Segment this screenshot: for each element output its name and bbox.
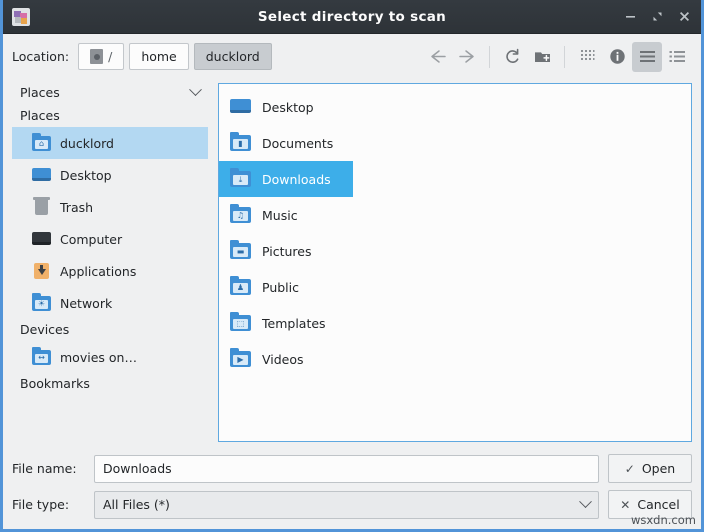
toolbar-separator-2 bbox=[564, 45, 565, 68]
sidebar-item-label: Network bbox=[60, 295, 113, 311]
applications-icon bbox=[32, 262, 51, 280]
window-controls bbox=[624, 10, 691, 23]
breadcrumb-home-label: home bbox=[141, 49, 177, 64]
sidebar-item-applications[interactable]: Applications bbox=[12, 255, 208, 287]
new-folder-button[interactable] bbox=[527, 42, 557, 72]
desktop-monitor-icon bbox=[32, 167, 51, 184]
sidebar-item-label: Computer bbox=[60, 231, 123, 247]
sidebar-item-desktop[interactable]: Desktop bbox=[12, 159, 208, 191]
file-item-label: Desktop bbox=[262, 99, 314, 115]
location-toolbar: Location: / home ducklord bbox=[3, 34, 701, 79]
location-label: Location: bbox=[12, 49, 70, 64]
dialog-body: Places Places ⌂ ducklord Desktop Trash C… bbox=[3, 79, 701, 448]
sidebar-item-label: Desktop bbox=[60, 167, 112, 183]
breadcrumb-ducklord-label: ducklord bbox=[205, 49, 260, 64]
back-button[interactable] bbox=[422, 42, 452, 72]
file-item-label: Music bbox=[262, 207, 298, 223]
minimize-button[interactable] bbox=[624, 10, 637, 23]
file-list-panel[interactable]: Desktop ▮ Documents ⤓ Downloads ♫ Music … bbox=[218, 83, 692, 442]
sidebar-item-label: Trash bbox=[60, 199, 94, 215]
file-dialog-window: Select directory to scan Location: / hom… bbox=[0, 0, 704, 532]
desktop-monitor-icon bbox=[230, 98, 251, 117]
open-button-label: Open bbox=[641, 461, 676, 476]
places-sidebar: Places Places ⌂ ducklord Desktop Trash C… bbox=[12, 79, 208, 448]
maximize-button[interactable] bbox=[651, 10, 664, 23]
window-titlebar: Select directory to scan bbox=[3, 0, 701, 34]
file-item-label: Public bbox=[262, 279, 299, 295]
filename-row: File name: ✓ Open bbox=[12, 454, 692, 483]
cancel-button[interactable]: ✕ Cancel bbox=[608, 490, 692, 519]
dialog-footer: File name: ✓ Open File type: All Files (… bbox=[3, 448, 701, 529]
computer-icon bbox=[32, 231, 51, 248]
filetype-row: File type: All Files (*) ✕ Cancel bbox=[12, 490, 692, 519]
videos-folder-icon: ▶ bbox=[230, 347, 251, 369]
file-list: Desktop ▮ Documents ⤓ Downloads ♫ Music … bbox=[219, 84, 691, 377]
file-item-videos[interactable]: ▶ Videos bbox=[219, 341, 353, 377]
breadcrumb-home[interactable]: home bbox=[129, 43, 189, 70]
sidebar-item-network[interactable]: ☀ Network bbox=[12, 287, 208, 319]
filetype-label: File type: bbox=[12, 497, 70, 512]
public-folder-icon: ♟ bbox=[230, 275, 251, 297]
pictures-folder-icon: ▬ bbox=[230, 239, 251, 261]
toolbar-actions bbox=[422, 41, 692, 72]
drive-icon bbox=[90, 49, 104, 64]
home-folder-icon: ⌂ bbox=[32, 132, 51, 152]
window-title: Select directory to scan bbox=[257, 8, 447, 25]
network-folder-icon: ☀ bbox=[32, 292, 51, 312]
breadcrumb-ducklord[interactable]: ducklord bbox=[193, 43, 272, 70]
check-icon: ✓ bbox=[624, 461, 635, 476]
file-item-label: Templates bbox=[262, 315, 326, 331]
file-item-templates[interactable]: ⬚ Templates bbox=[219, 305, 353, 341]
places-panel-title: Places bbox=[20, 84, 60, 100]
file-item-documents[interactable]: ▮ Documents bbox=[219, 125, 353, 161]
places-panel-header[interactable]: Places bbox=[12, 79, 208, 105]
toolbar-separator bbox=[489, 45, 490, 68]
sidebar-group-devices: Devices bbox=[20, 322, 70, 337]
templates-folder-icon: ⬚ bbox=[230, 311, 251, 333]
filetype-value: All Files (*) bbox=[103, 497, 170, 512]
chevron-down-icon bbox=[579, 495, 592, 509]
sidebar-item-ducklord[interactable]: ⌂ ducklord bbox=[12, 127, 208, 159]
filename-input[interactable] bbox=[94, 454, 599, 483]
file-item-label: Pictures bbox=[262, 243, 312, 259]
close-icon: ✕ bbox=[620, 497, 631, 512]
forward-button[interactable] bbox=[452, 42, 482, 72]
file-item-public[interactable]: ♟ Public bbox=[219, 269, 353, 305]
reload-button[interactable] bbox=[497, 42, 527, 72]
breadcrumb-root[interactable]: / bbox=[78, 43, 125, 70]
breadcrumb-root-label: / bbox=[108, 49, 113, 64]
icon-view-button[interactable] bbox=[572, 42, 602, 72]
file-item-downloads[interactable]: ⤓ Downloads bbox=[219, 161, 353, 197]
sidebar-item-label: Applications bbox=[60, 263, 137, 279]
sidebar-item-movies-on[interactable]: ↔ movies on… bbox=[12, 341, 208, 373]
compact-view-button[interactable] bbox=[632, 41, 662, 72]
filetype-select[interactable]: All Files (*) bbox=[94, 490, 599, 519]
file-item-label: Videos bbox=[262, 351, 304, 367]
disk-usage-icon bbox=[12, 7, 30, 26]
cancel-button-label: Cancel bbox=[637, 497, 680, 512]
sidebar-item-label: ducklord bbox=[60, 135, 114, 151]
file-item-label: Documents bbox=[262, 135, 334, 151]
open-button[interactable]: ✓ Open bbox=[608, 454, 692, 483]
file-item-desktop[interactable]: Desktop bbox=[219, 89, 353, 125]
close-button[interactable] bbox=[678, 10, 691, 23]
file-item-music[interactable]: ♫ Music bbox=[219, 197, 353, 233]
file-item-pictures[interactable]: ▬ Pictures bbox=[219, 233, 353, 269]
sidebar-item-label: movies on… bbox=[60, 349, 137, 365]
file-item-label: Downloads bbox=[262, 171, 331, 187]
sidebar-group-bookmarks: Bookmarks bbox=[20, 376, 90, 391]
documents-folder-icon: ▮ bbox=[230, 131, 251, 153]
detail-view-button[interactable] bbox=[662, 42, 692, 72]
sidebar-item-trash[interactable]: Trash bbox=[12, 191, 208, 223]
remote-folder-icon: ↔ bbox=[32, 346, 51, 366]
trash-icon bbox=[32, 196, 51, 216]
sidebar-item-computer[interactable]: Computer bbox=[12, 223, 208, 255]
music-folder-icon: ♫ bbox=[230, 203, 251, 225]
filename-label: File name: bbox=[12, 461, 77, 476]
downloads-folder-icon: ⤓ bbox=[230, 167, 251, 189]
sidebar-group-places: Places bbox=[20, 108, 60, 123]
info-button[interactable] bbox=[602, 42, 632, 72]
chevron-down-icon bbox=[189, 82, 202, 96]
